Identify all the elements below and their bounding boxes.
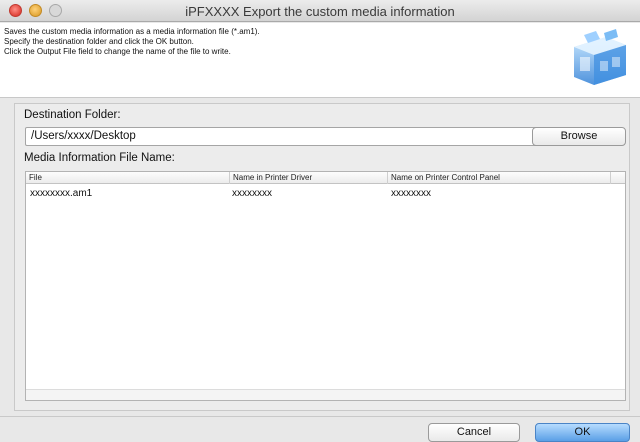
column-header-printer-driver[interactable]: Name in Printer Driver xyxy=(230,172,388,184)
horizontal-scrollbar[interactable] xyxy=(26,389,625,400)
media-info-file-name-label: Media Information File Name: xyxy=(24,152,175,164)
destination-folder-field[interactable]: /Users/xxxx/Desktop xyxy=(25,127,539,146)
printer-media-illustration xyxy=(574,29,626,85)
ok-button[interactable]: OK xyxy=(535,423,630,442)
column-header-file[interactable]: File xyxy=(26,172,230,184)
row-file[interactable]: xxxxxxxx.am1 xyxy=(30,188,92,199)
browse-button[interactable]: Browse xyxy=(532,127,626,146)
export-settings-panel: Destination Folder: /Users/xxxx/Desktop … xyxy=(14,103,630,411)
footer-divider xyxy=(0,416,640,417)
row-driver-name: xxxxxxxx xyxy=(232,188,272,199)
description-line-2: Specify the destination folder and click… xyxy=(4,37,194,46)
window-title: iPFXXXX Export the custom media informat… xyxy=(185,4,455,19)
description-header: Saves the custom media information as a … xyxy=(0,23,640,98)
table-row[interactable]: xxxxxxxx.am1 xxxxxxxx xxxxxxxx xyxy=(26,185,625,200)
column-header-control-panel[interactable]: Name on Printer Control Panel xyxy=(388,172,611,184)
description-line-3: Click the Output File field to change th… xyxy=(4,47,231,56)
table-header: File Name in Printer Driver Name on Prin… xyxy=(26,172,625,184)
row-panel-name: xxxxxxxx xyxy=(391,188,431,199)
media-info-table[interactable]: File Name in Printer Driver Name on Prin… xyxy=(25,171,626,401)
description-line-1: Saves the custom media information as a … xyxy=(4,27,260,36)
destination-folder-label: Destination Folder: xyxy=(24,109,121,121)
title-bar[interactable]: iPFXXXX Export the custom media informat… xyxy=(0,0,640,22)
cancel-button[interactable]: Cancel xyxy=(428,423,520,442)
export-media-window: iPFXXXX Export the custom media informat… xyxy=(0,0,640,442)
